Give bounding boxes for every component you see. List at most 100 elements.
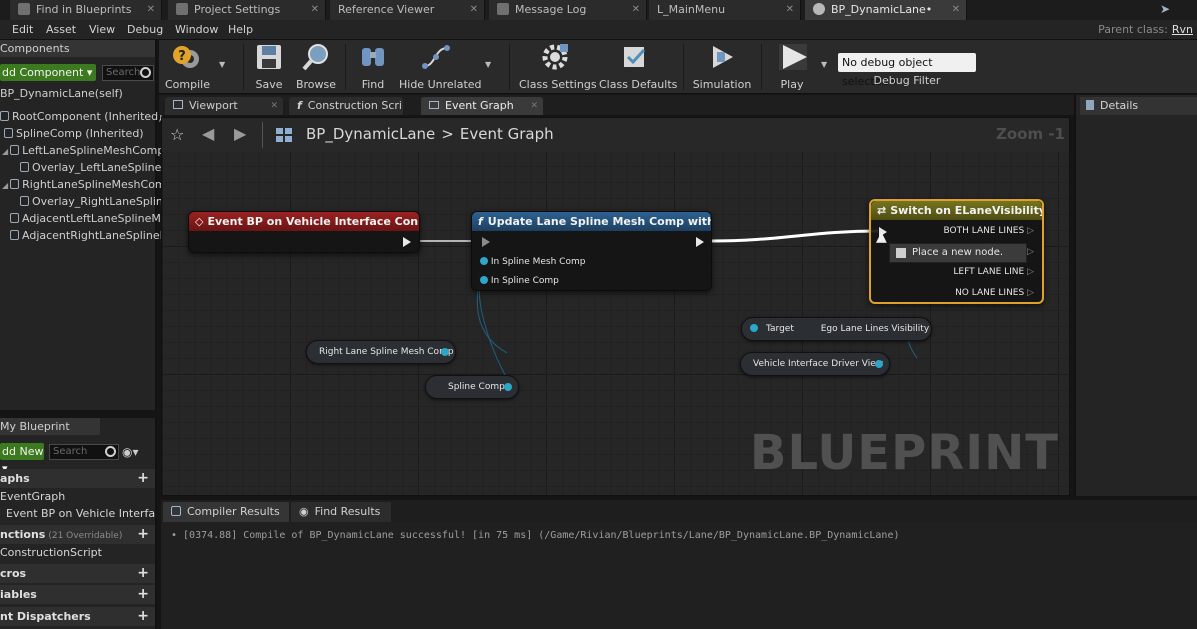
tree-item[interactable]: AdjacentLeftLaneSplineMes	[10, 212, 173, 225]
menu-help[interactable]: Help	[228, 20, 253, 40]
forward-arrow-icon[interactable]: ▶	[234, 124, 246, 143]
switch-output-left-lane-line[interactable]: LEFT LANE LINE ▷	[953, 267, 1034, 277]
add-macro-icon[interactable]: +	[137, 564, 149, 583]
details-tab[interactable]: Details	[1080, 97, 1197, 115]
close-icon[interactable]: ✕	[786, 0, 794, 20]
tree-item[interactable]: ◢ RightLaneSplineMeshComp	[2, 178, 173, 191]
viewport-icon	[173, 100, 183, 109]
log-line[interactable]: • [0374.88] Compile of BP_DynamicLane su…	[171, 530, 899, 541]
add-function-icon[interactable]: +	[137, 525, 149, 544]
close-icon[interactable]: ✕	[311, 0, 319, 20]
menu-view[interactable]: View	[89, 20, 115, 40]
get-ego-lane-lines-visibility-node[interactable]: Target Ego Lane Lines Visibility	[741, 317, 932, 341]
play-options-chevron-icon[interactable]: ▼	[821, 60, 827, 69]
tree-item[interactable]: AdjacentRightLaneSplineMe	[10, 229, 176, 242]
components-search-input[interactable]: Search	[102, 65, 154, 81]
menu-edit[interactable]: Edit	[12, 20, 33, 40]
event-node[interactable]: ◇Event BP on Vehicle Interface Connected	[188, 211, 420, 253]
input-pin-spline-comp[interactable]: In Spline Comp	[480, 276, 559, 286]
variable-spline-comp[interactable]: Spline Comp	[425, 375, 519, 399]
add-new-button[interactable]: dd New ▾	[0, 443, 44, 475]
exec-input-pin[interactable]	[482, 237, 490, 247]
event-dispatchers-section[interactable]: nt Dispatchers +	[0, 607, 155, 626]
tab-main-menu-level[interactable]: L_MainMenu ✕	[649, 0, 801, 20]
tree-item[interactable]: RootComponent (Inherited)	[0, 110, 162, 123]
tab-find-results[interactable]: ◉ Find Results	[291, 502, 391, 522]
tab-compiler-results[interactable]: Compiler Results	[163, 502, 289, 522]
graphs-section[interactable]: aphs +	[0, 469, 155, 488]
tab-construction-script[interactable]: f Construction Scrip	[289, 97, 403, 115]
close-icon[interactable]: ✕	[952, 0, 960, 20]
feedback-icon[interactable]: ➤	[1160, 2, 1170, 16]
parent-class-link[interactable]: Rvn	[1172, 23, 1193, 36]
add-graph-icon[interactable]: +	[137, 469, 149, 488]
switch-output-both-lane-lines[interactable]: BOTH LANE LINES ▷	[944, 226, 1034, 236]
save-button[interactable]: Save	[251, 42, 287, 92]
add-dispatcher-icon[interactable]: +	[137, 607, 149, 626]
tab-message-log[interactable]: Message Log ✕	[489, 0, 647, 20]
my-blueprint-search-input[interactable]: Search	[49, 444, 119, 460]
compile-button[interactable]: ? Compile	[165, 42, 210, 92]
hide-unrelated-button[interactable]: Hide Unrelated	[399, 42, 482, 92]
hide-unrelated-chevron-icon[interactable]: ▼	[485, 60, 491, 69]
tab-viewport[interactable]: Viewport ✕	[165, 97, 283, 115]
variables-section[interactable]: iables +	[0, 585, 155, 604]
tree-item[interactable]: Overlay_LeftLaneSplineMe	[20, 161, 178, 174]
class-settings-button[interactable]: Class Settings	[519, 42, 597, 92]
close-icon[interactable]: ✕	[470, 0, 478, 20]
debug-object-select[interactable]: No debug object selected ▾	[838, 53, 976, 88]
toolbar-separator	[761, 44, 762, 90]
object-pin-dot	[875, 360, 883, 368]
breadcrumb: BP_DynamicLane > Event Graph	[306, 125, 554, 143]
exec-output-pin[interactable]	[696, 237, 704, 247]
tab-reference-viewer[interactable]: Reference Viewer ✕	[330, 0, 485, 20]
function-icon: f	[478, 215, 483, 228]
function-call-node[interactable]: fUpdate Lane Spline Mesh Comp with Splin…	[471, 211, 712, 291]
breadcrumb-separator: >	[441, 125, 454, 143]
browse-button[interactable]: Browse	[294, 42, 338, 92]
tab-bp-dynamic-lane[interactable]: BP_DynamicLane• ✕	[805, 0, 967, 20]
expand-arrow-icon[interactable]: ◢	[2, 181, 8, 190]
macros-section[interactable]: cros +	[0, 564, 155, 583]
breadcrumb-root[interactable]: BP_DynamicLane	[306, 125, 435, 143]
tree-item[interactable]: ◢ LeftLaneSplineMeshComp (I	[2, 144, 175, 157]
spline-mesh-icon	[10, 213, 19, 223]
component-self[interactable]: BP_DynamicLane(self)	[0, 87, 123, 100]
add-component-button[interactable]: dd Component ▾	[0, 64, 96, 81]
menu-debug[interactable]: Debug	[127, 20, 163, 40]
input-pin-spline-mesh-comp[interactable]: In Spline Mesh Comp	[480, 257, 585, 267]
menu-window[interactable]: Window	[175, 20, 218, 40]
tab-project-settings[interactable]: Project Settings ✕	[168, 0, 326, 20]
class-defaults-button[interactable]: Class Defaults	[599, 42, 677, 92]
event-graph-canvas[interactable]: ☆ ◀ ▶ BP_DynamicLane > Event Graph Zoom -1…	[161, 117, 1070, 496]
tree-item[interactable]: Overlay_RightLaneSplineM	[20, 195, 179, 208]
simulation-button[interactable]: Simulation	[691, 42, 753, 92]
close-icon[interactable]: ✕	[270, 97, 278, 115]
add-variable-icon[interactable]: +	[137, 585, 149, 604]
binoculars-icon: ◉	[299, 505, 309, 518]
visibility-eye-icon[interactable]: ◉▾	[122, 445, 139, 459]
close-icon[interactable]: ✕	[632, 0, 640, 20]
functions-section[interactable]: nctions (21 Overridable) +	[0, 525, 155, 544]
favorite-star-icon[interactable]: ☆	[170, 125, 184, 144]
compile-options-chevron-icon[interactable]: ▼	[219, 60, 225, 69]
event-graph-item[interactable]: EventGraph	[0, 490, 65, 503]
close-icon[interactable]: ✕	[147, 0, 155, 20]
menu-asset[interactable]: Asset	[46, 20, 76, 40]
place-new-node-tooltip[interactable]: Place a new node.	[889, 243, 1027, 263]
expand-arrow-icon[interactable]: ◢	[2, 147, 8, 156]
close-icon[interactable]: ✕	[530, 97, 538, 115]
construction-script-item[interactable]: ConstructionScript	[0, 546, 102, 559]
variable-right-lane-spline-mesh-comp[interactable]: Right Lane Spline Mesh Comp	[306, 340, 456, 364]
tree-item[interactable]: SplineComp (Inherited)	[4, 127, 144, 140]
find-button[interactable]: Find	[355, 42, 391, 92]
play-button[interactable]: Play	[769, 42, 815, 92]
back-arrow-icon[interactable]: ◀	[202, 124, 214, 143]
tab-event-graph[interactable]: Event Graph ✕	[421, 97, 543, 115]
exec-output-pin[interactable]	[403, 237, 411, 247]
switch-output-no-lane-lines[interactable]: NO LANE LINES ▷	[955, 288, 1034, 298]
event-item[interactable]: Event BP on Vehicle Interfa	[6, 507, 155, 520]
variable-vehicle-interface-driver-view[interactable]: Vehicle Interface Driver View	[740, 352, 890, 376]
compiler-results-log: • [0374.88] Compile of BP_DynamicLane su…	[161, 522, 1197, 629]
tab-find-in-blueprints[interactable]: Find in Blueprints ✕	[10, 0, 162, 20]
